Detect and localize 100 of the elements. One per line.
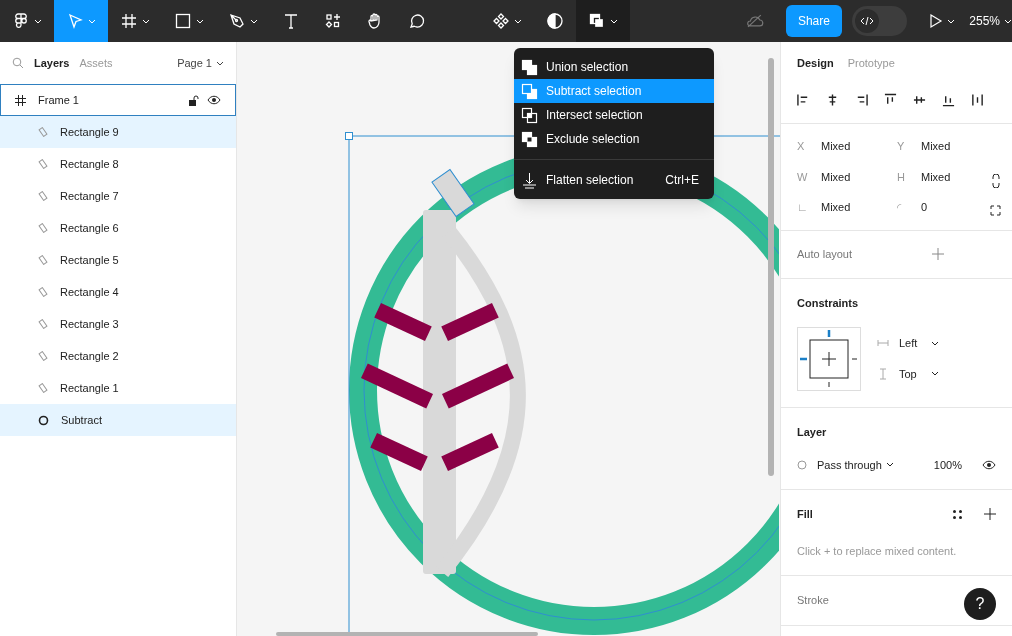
opacity-value[interactable]: 100%: [933, 456, 962, 473]
dev-mode-toggle[interactable]: [851, 6, 908, 36]
vertical-constraint-icon: [877, 367, 889, 380]
layer-row[interactable]: Rectangle 4: [0, 276, 236, 308]
panel-tab[interactable]: Design: [797, 54, 834, 72]
layer-name: Frame 1: [38, 92, 79, 108]
layer-row[interactable]: Rectangle 2: [0, 340, 236, 372]
horizontal-constraint-icon: [877, 339, 889, 348]
caret-icon: [947, 18, 956, 24]
caret-icon: [142, 18, 150, 24]
rectangle-layer-icon: [38, 223, 48, 233]
caret-icon: [885, 462, 894, 468]
pointer-icon: [66, 12, 84, 30]
layer-name: Rectangle 1: [60, 380, 119, 396]
eye-icon[interactable]: [982, 459, 996, 470]
panel-tab[interactable]: Layers: [34, 54, 70, 72]
property-field[interactable]: W Mixed: [797, 168, 897, 185]
rectangle-layer-icon: [38, 255, 48, 265]
eye-icon[interactable]: [207, 95, 221, 105]
blend-mode-dropdown[interactable]: Pass through: [817, 456, 894, 473]
caret-icon: [931, 340, 940, 346]
shapes-icon: [324, 12, 342, 30]
unlocked-icon[interactable]: [189, 94, 199, 106]
layer-name: Rectangle 7: [60, 188, 119, 204]
page-selector[interactable]: Page 1: [177, 54, 224, 72]
property-field[interactable]: Y Mixed: [897, 138, 997, 155]
layer-row[interactable]: Rectangle 5: [0, 244, 236, 276]
styles-icon[interactable]: [953, 509, 962, 519]
layer-name: Rectangle 9: [60, 124, 119, 140]
tool-button[interactable]: [576, 0, 631, 42]
menu-item[interactable]: Union selection: [514, 55, 714, 79]
rectangle-layer-icon: [38, 159, 48, 169]
rectangle-layer-icon: [38, 191, 48, 201]
ring-icon: [38, 414, 49, 426]
layer-name: Rectangle 5: [60, 252, 119, 268]
layer-name: Rectangle 6: [60, 220, 119, 236]
layer-row[interactable]: Rectangle 8: [0, 148, 236, 180]
comment-icon: [408, 12, 426, 30]
offline-cloud-icon: [746, 14, 764, 28]
section-title: Constraints: [797, 295, 860, 311]
rectangle-layer-icon: [38, 127, 48, 137]
vertical-scrollbar[interactable]: [768, 58, 774, 476]
caret-icon: [34, 18, 42, 24]
layer-row[interactable]: Rectangle 3: [0, 308, 236, 340]
constraints-widget[interactable]: [797, 327, 861, 391]
layer-name: Rectangle 2: [60, 348, 119, 364]
menu-item[interactable]: Exclude selection: [514, 127, 714, 151]
caret-icon: [930, 371, 939, 377]
align-icon[interactable]: [855, 92, 868, 107]
fill-hint: Click + to replace mixed content.: [797, 543, 958, 559]
caret-icon: [610, 18, 619, 24]
frame-icon: [15, 94, 26, 106]
layer-row[interactable]: Frame 1: [0, 84, 236, 116]
intersect-shapes-icon: [521, 106, 538, 124]
align-icon[interactable]: [826, 92, 839, 107]
caret-icon: [514, 18, 523, 24]
constraint-dropdown[interactable]: Left: [877, 335, 940, 352]
union-shapes-icon: [521, 58, 538, 76]
horizontal-scrollbar[interactable]: [276, 632, 538, 636]
property-field[interactable]: ◜ 0: [897, 199, 997, 216]
caret-icon: [196, 18, 204, 24]
section-title: Fill: [797, 507, 813, 522]
layer-row[interactable]: Rectangle 6: [0, 212, 236, 244]
section-title: Auto layout: [797, 246, 853, 262]
present-button[interactable]: [929, 13, 956, 29]
layer-row[interactable]: Subtract: [0, 404, 236, 436]
zoom-menu[interactable]: 255%: [969, 12, 1012, 30]
flatten-icon: [521, 171, 538, 189]
exclude-shapes-icon: [521, 130, 538, 148]
code-icon: [859, 16, 874, 26]
rectangle-layer-icon: [38, 287, 48, 297]
layer-row[interactable]: Rectangle 9: [0, 116, 236, 148]
align-icon[interactable]: [797, 92, 810, 107]
layer-name: Subtract: [61, 412, 102, 428]
layer-row[interactable]: Rectangle 1: [0, 372, 236, 404]
menu-item[interactable]: Intersect selection: [514, 103, 714, 127]
property-field[interactable]: H Mixed: [897, 168, 997, 185]
caret-icon: [1004, 18, 1012, 24]
proportion-lock-icon[interactable]: [992, 174, 1000, 188]
rectangle-layer-icon: [38, 351, 48, 361]
property-field[interactable]: X Mixed: [797, 138, 897, 155]
frame-icon: [120, 12, 138, 30]
half-circle-icon: [546, 12, 565, 30]
constraint-dropdown[interactable]: Top: [877, 365, 940, 382]
caret-icon: [216, 60, 224, 66]
layer-name: Rectangle 4: [60, 284, 119, 300]
layer-row[interactable]: Rectangle 7: [0, 180, 236, 212]
layer-name: Rectangle 8: [60, 156, 119, 172]
rectangle-layer-icon: [38, 383, 48, 393]
rectangle-icon: [174, 12, 192, 30]
play-icon: [929, 13, 944, 29]
corners-icon[interactable]: [990, 205, 1001, 216]
menu-item[interactable]: Flatten selection Ctrl+E: [514, 168, 714, 192]
component-icon: [492, 12, 511, 30]
plus-icon[interactable]: [984, 508, 996, 521]
section-title: Stroke: [797, 593, 829, 609]
align-icon[interactable]: [884, 92, 897, 107]
align-icon[interactable]: [971, 92, 984, 107]
property-field[interactable]: ∟ Mixed: [797, 199, 897, 216]
caret-icon: [250, 18, 258, 24]
